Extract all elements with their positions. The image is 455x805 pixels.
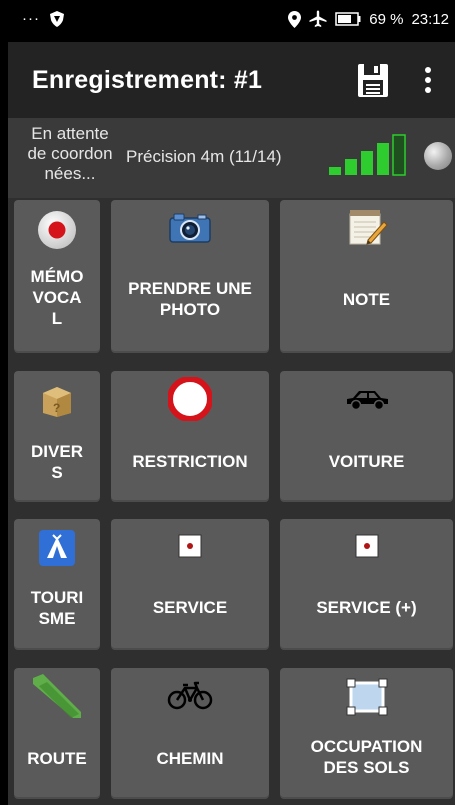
waiting-line: En attente [31,124,109,143]
save-button[interactable] [355,60,391,100]
location-pin-icon [288,10,302,28]
land-use-frame-icon [346,678,387,716]
app-bar: Enregistrement: #1 [8,42,455,118]
gps-signal-bars-icon [329,134,406,176]
tile-route[interactable]: ROUTE [14,668,100,799]
tile-note[interactable]: NOTE [280,200,453,353]
camping-tent-icon [39,530,75,566]
tile-label-line: RESTRICTION [132,452,248,471]
tile-voiture[interactable]: VOITURE [280,371,453,502]
tile-label: MÉMO VOCA L [18,266,96,329]
record-icon [38,211,76,249]
floppy-disk-icon [358,64,388,97]
service-point-icon [178,534,202,558]
tile-label-line: MÉMO [30,267,84,286]
camera-icon [169,213,211,243]
tile-label-line: ROUTE [27,749,87,768]
tile-label-line: TOURI [30,588,84,607]
tile-divers[interactable]: ? DIVER S [14,371,100,502]
tile-label: TOURI SME [18,587,96,629]
gps-precision: Précision 4m (11/14) [126,147,282,166]
mystery-box-icon: ? [43,387,71,417]
tile-label: ROUTE [18,748,96,769]
notepad-icon [349,210,388,245]
tile-label: SERVICE (+) [284,597,449,618]
tile-label-line: SERVICE [152,598,228,617]
tile-restriction[interactable]: RESTRICTION [111,371,269,502]
tile-service[interactable]: SERVICE [111,519,269,650]
signal-bar [361,151,373,175]
tile-label-line: PHOTO [159,300,221,319]
tile-label: RESTRICTION [115,451,265,472]
tile-label-line: SERVICE (+) [316,598,417,617]
tile-label-line: DIVER [31,442,83,461]
battery-icon [335,12,361,26]
tile-label-line: VOCA [32,288,82,307]
overflow-notifications: ··· [22,10,40,27]
tile-occupation-des-sols[interactable]: OCCUPATION DES SOLS [280,668,453,799]
tile-label-line: SME [38,609,76,628]
gps-info-bar: En attente de coordon nées... Précision … [8,118,455,198]
tile-label-line: CHEMIN [156,749,224,768]
more-vert-icon [425,67,431,93]
tile-label-line: NOTE [342,290,391,309]
service-point-plus-icon [355,534,378,558]
bicycle-icon [167,681,213,710]
signal-bar [329,167,341,175]
clock: 23:12 [411,10,449,28]
status-left: ··· [22,10,64,27]
tile-label: SERVICE [115,597,265,618]
tile-label-line: OCCUPATION [310,737,423,756]
tile-memo-vocal[interactable]: MÉMO VOCA L [14,200,100,353]
signal-bar [377,143,389,175]
tile-label: NOTE [284,289,449,310]
battery-percent: 69 % [369,10,404,28]
more-options-button[interactable] [420,62,436,98]
tile-label: OCCUPATION DES SOLS [284,736,449,778]
tile-label-line: S [51,463,63,482]
tile-label-line: DES SOLS [323,758,410,777]
car-icon [346,391,388,411]
tile-label: CHEMIN [115,748,265,769]
status-bar: ··· 69 % 23:12 [8,0,455,42]
shield-icon [50,10,64,27]
tile-label: DIVER S [18,441,96,483]
tile-label-line: L [51,309,63,328]
road-icon [33,674,81,718]
tile-label-line: PRENDRE UNE [128,279,252,298]
waiting-coordinates-text: En attente de coordon nées... [14,124,126,184]
waiting-line: nées... [44,164,96,183]
tile-label-line: VOITURE [328,452,405,471]
tile-service-plus[interactable]: SERVICE (+) [280,519,453,650]
tile-chemin[interactable]: CHEMIN [111,668,269,799]
tile-prendre-une-photo[interactable]: PRENDRE UNE PHOTO [111,200,269,353]
tile-tourisme[interactable]: TOURI SME [14,519,100,650]
airplane-mode-icon [309,10,327,27]
signal-bar [345,159,357,175]
tile-label: PRENDRE UNE PHOTO [115,278,265,320]
page-title: Enregistrement: #1 [32,66,263,94]
no-entry-sign-icon [168,377,212,421]
signal-bar [392,134,406,176]
svg-text:?: ? [53,401,60,415]
status-right: 69 % 23:12 [288,10,449,28]
waiting-line: de coordon [27,144,113,163]
gps-status-dot-icon [424,142,452,170]
app-screen: ··· 69 % 23:12 Enregistrement: #1 En att… [8,0,455,805]
tile-label: VOITURE [284,451,449,472]
